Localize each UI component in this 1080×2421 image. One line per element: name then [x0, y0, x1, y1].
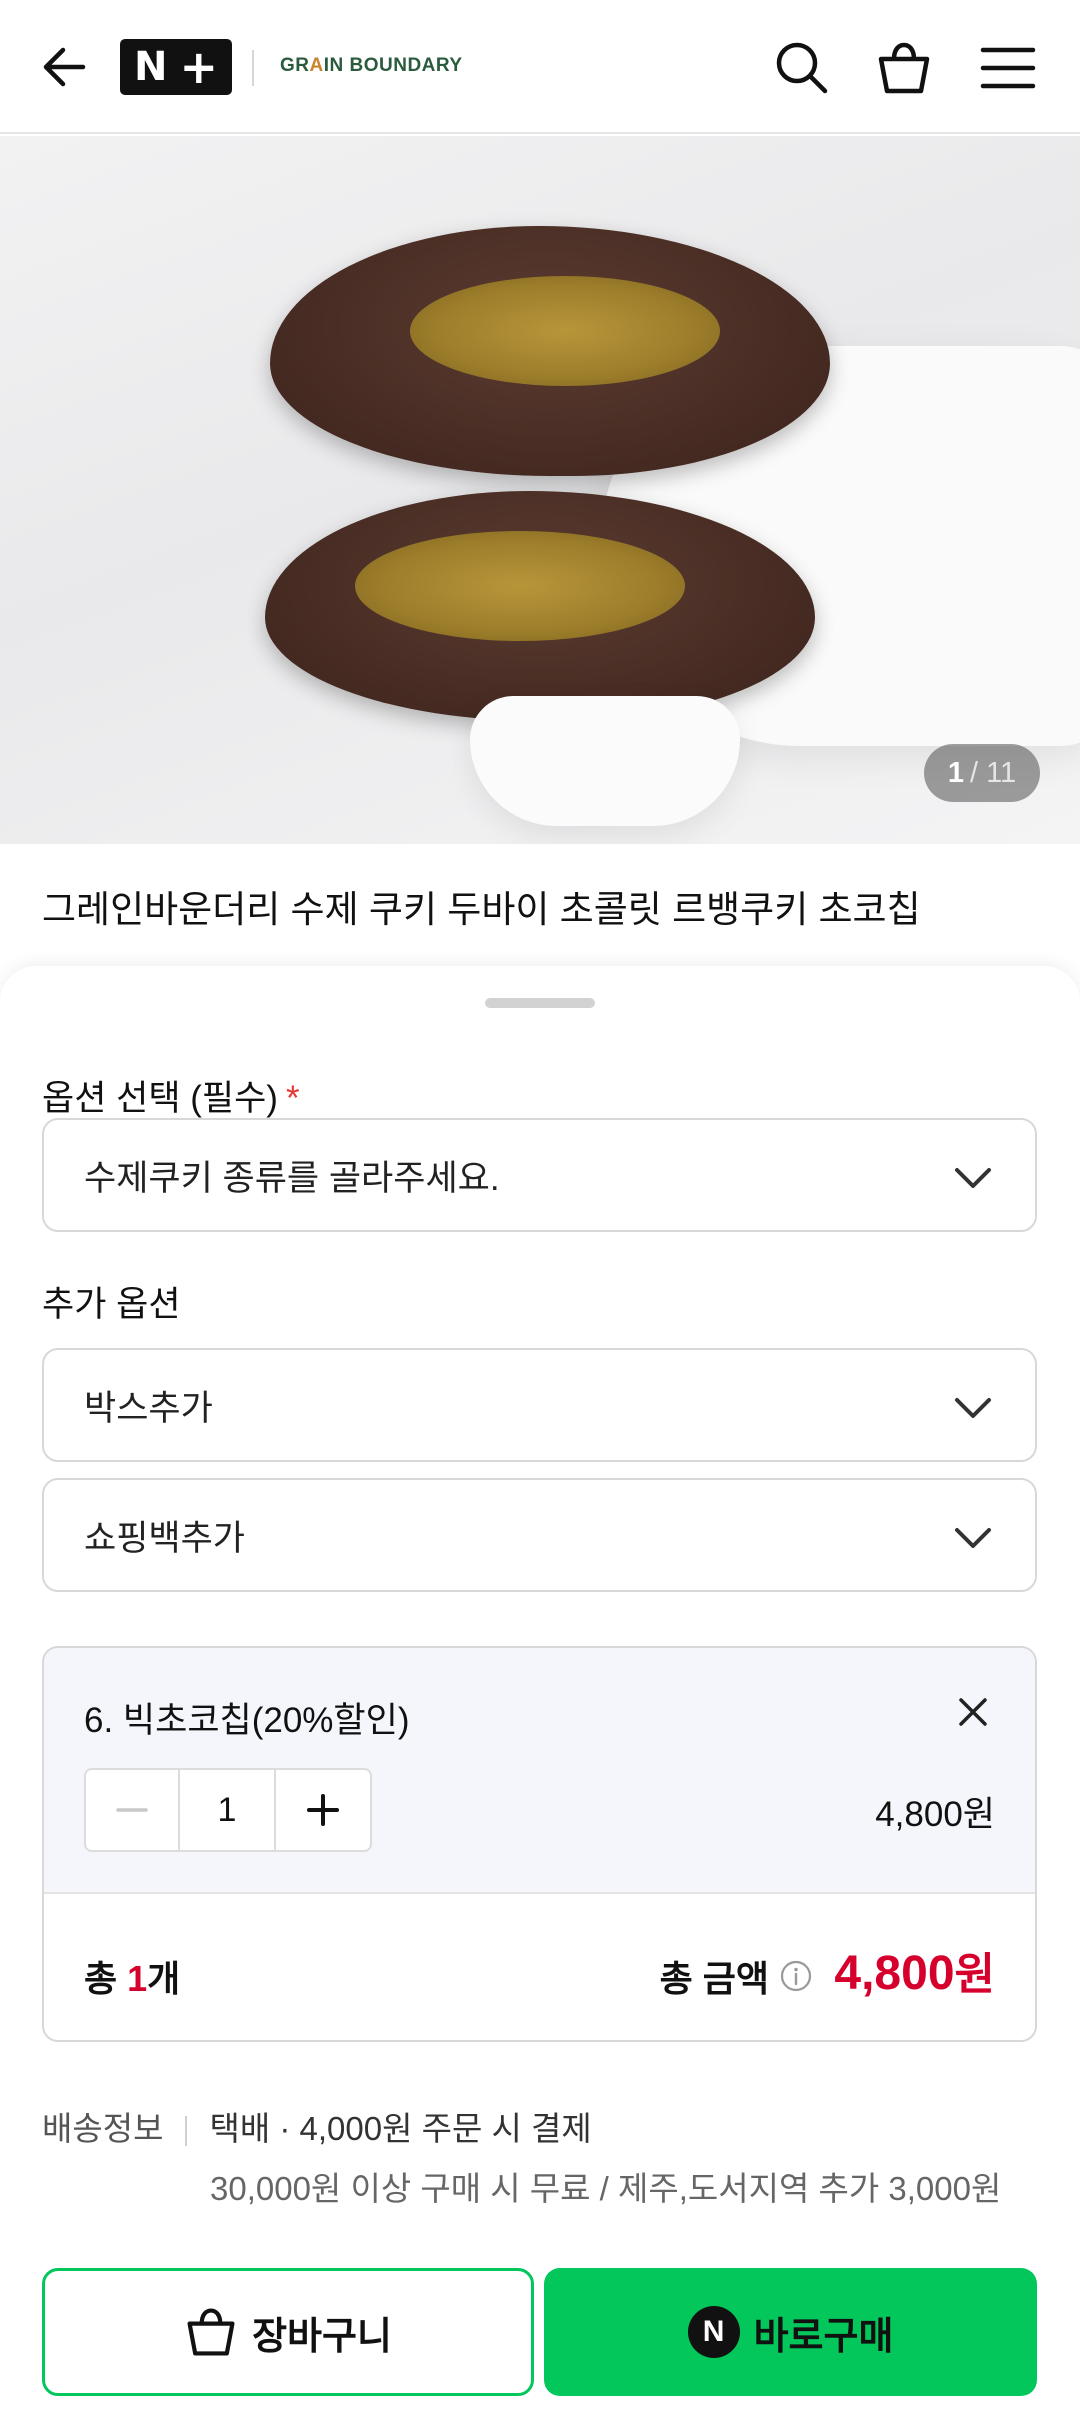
plus-icon [307, 1794, 339, 1826]
shopping-bag-add-select-label: 쇼핑백추가 [84, 1518, 246, 1558]
sheet-drag-handle[interactable] [485, 998, 595, 1008]
cookie-filling [410, 276, 720, 386]
glove-fingers-shape [470, 696, 740, 826]
delivery-divider [185, 2116, 188, 2147]
box-add-select-label: 박스추가 [84, 1388, 213, 1428]
purchase-options-sheet: 옵션 선택 (필수) * 수제쿠키 종류를 골라주세요. 추가 옵션 박스추가 쇼… [0, 966, 1080, 2421]
total-amount-label-text: 총 금액 [659, 1958, 769, 1999]
image-current-index: 1 [947, 756, 964, 789]
box-add-select[interactable]: 박스추가 [42, 1348, 1037, 1462]
search-button[interactable] [764, 30, 840, 106]
shopping-bag-icon [187, 2308, 235, 2356]
quantity-decrease-button[interactable] [86, 1770, 180, 1850]
product-title: 그레인바운더리 수제 쿠키 두바이 초콜릿 르뱅쿠키 초코칩 [42, 889, 921, 930]
cookie-filling [355, 531, 685, 641]
naver-plus-logo[interactable]: N + [120, 39, 232, 95]
selected-option-name: 6. 빅초코칩(20%할인) [84, 1701, 410, 1740]
cart-button[interactable] [866, 30, 942, 106]
quantity-value[interactable]: 1 [180, 1770, 276, 1850]
close-icon [959, 1698, 987, 1726]
required-mark: * [285, 1079, 300, 1118]
image-page-counter: 1/ 11 [924, 744, 1040, 802]
total-amount-label: 총 금액 [660, 1950, 813, 2002]
option-price: 4,800원 [875, 1795, 995, 1834]
arrow-left-icon [43, 47, 86, 87]
naver-pay-icon: N [687, 2306, 740, 2358]
product-image-carousel[interactable]: 1/ 11 [0, 136, 1080, 844]
buy-now-label: 바로구매 [753, 2315, 894, 2358]
top-app-bar: N + GRAIN BOUNDARY [0, 0, 1080, 134]
selected-option-row: 6. 빅초코칩(20%할인) 1 4,800원 [44, 1648, 1035, 1894]
delivery-value: 택배 · 4,000원 주문 시 결제 [209, 2110, 592, 2147]
logo-plus-sign: + [179, 40, 219, 94]
total-quantity-prefix: 총 [84, 1958, 128, 1999]
cookie-type-select-placeholder: 수제쿠키 종류를 골라주세요. [84, 1158, 500, 1198]
extra-options-label: 추가 옵션 [42, 1285, 181, 1324]
chevron-down-icon [955, 1528, 991, 1548]
cookie-type-select[interactable]: 수제쿠키 종류를 골라주세요. [42, 1118, 1037, 1232]
buy-now-button[interactable]: N 바로구매 [544, 2268, 1037, 2396]
store-brand-logo[interactable]: GRAIN BOUNDARY [280, 55, 463, 77]
delivery-note: 30,000원 이상 구매 시 무료 / 제주,도서지역 추가 3,000원 [210, 2170, 1002, 2207]
back-button[interactable] [30, 30, 100, 104]
cookie-top-half [270, 226, 830, 476]
total-quantity-count: 1 [127, 1958, 148, 1999]
selected-option-card: 6. 빅초코칩(20%할인) 1 4,800원 총 1개 총 금액 4,800원 [42, 1646, 1037, 2042]
total-quantity: 총 1개 [84, 1950, 180, 2002]
image-total-count: 11 [986, 756, 1017, 789]
chevron-down-icon [955, 1398, 991, 1418]
shopping-bag-add-select[interactable]: 쇼핑백추가 [42, 1478, 1037, 1592]
quantity-stepper: 1 [84, 1768, 372, 1852]
option-select-label-text: 옵션 선택 (필수) [42, 1079, 278, 1118]
add-to-cart-label: 장바구니 [252, 2315, 392, 2358]
brand-text-1: GR [280, 55, 310, 76]
menu-button[interactable] [970, 30, 1046, 106]
minus-icon [116, 1808, 148, 1812]
delivery-info: 배송정보 택배 · 4,000원 주문 시 결제 [42, 2102, 592, 2150]
hamburger-menu-icon [980, 47, 1036, 89]
brand-text-accent: A [309, 55, 324, 76]
brand-text-2: IN BOUNDARY [323, 55, 463, 76]
total-quantity-suffix: 개 [147, 1958, 181, 1999]
header-divider [252, 50, 254, 86]
add-to-cart-button[interactable]: 장바구니 [42, 2268, 534, 2396]
option-select-label: 옵션 선택 (필수) * [42, 1070, 300, 1121]
chevron-down-icon [955, 1168, 991, 1188]
total-amount-value: 4,800원 [834, 1938, 995, 2002]
shopping-bag-icon [878, 42, 930, 94]
logo-n-letter: N [133, 44, 168, 90]
total-amount-currency: 원 [954, 1950, 995, 1999]
delivery-label: 배송정보 [42, 2110, 164, 2147]
info-icon[interactable] [779, 1959, 813, 1993]
search-icon [776, 42, 828, 94]
remove-option-button[interactable] [945, 1684, 1001, 1740]
quantity-increase-button[interactable] [276, 1770, 370, 1850]
total-amount-number: 4,800 [834, 1947, 955, 2000]
